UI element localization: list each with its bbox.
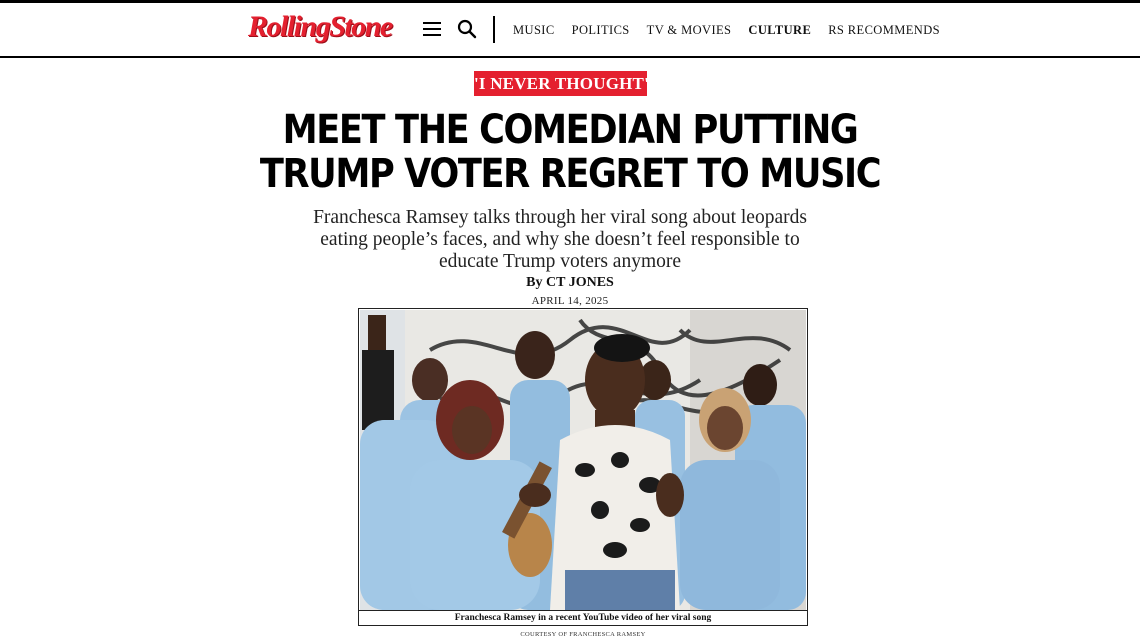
nav-item-tv-movies[interactable]: TV & MOVIES xyxy=(647,23,732,38)
image-credit: COURTESY OF FRANCHESCA RAMSEY xyxy=(520,631,646,638)
featured-image-figure: Franchesca Ramsey in a recent YouTube vi… xyxy=(358,308,808,626)
article-date: APRIL 14, 2025 xyxy=(531,295,609,307)
rolling-stone-logo[interactable]: RollingStone xyxy=(248,10,393,44)
article-headline: MEET THE COMEDIAN PUTTING TRUMP VOTER RE… xyxy=(259,107,882,197)
header-divider xyxy=(493,16,495,43)
nav-item-culture[interactable]: CULTURE xyxy=(748,23,811,38)
nav-item-music[interactable]: MUSIC xyxy=(513,23,555,38)
nav-item-politics[interactable]: POLITICS xyxy=(572,23,630,38)
site-header: RollingStone MUSIC POLITICS TV & MOVIES … xyxy=(0,3,1140,58)
featured-photo[interactable] xyxy=(360,310,806,610)
image-caption: Franchesca Ramsey in a recent YouTube vi… xyxy=(359,610,807,626)
hamburger-menu-icon[interactable] xyxy=(423,22,441,36)
search-icon[interactable] xyxy=(457,19,477,39)
article-byline[interactable]: By CT JONES xyxy=(420,275,720,291)
article-dek: Franchesca Ramsey talks through her vira… xyxy=(313,207,807,272)
nav-item-rs-recommends[interactable]: RS RECOMMENDS xyxy=(828,23,940,38)
article-kicker[interactable]: 'I NEVER THOUGHT' xyxy=(474,71,649,96)
main-nav: MUSIC POLITICS TV & MOVIES CULTURE RS RE… xyxy=(513,23,957,38)
